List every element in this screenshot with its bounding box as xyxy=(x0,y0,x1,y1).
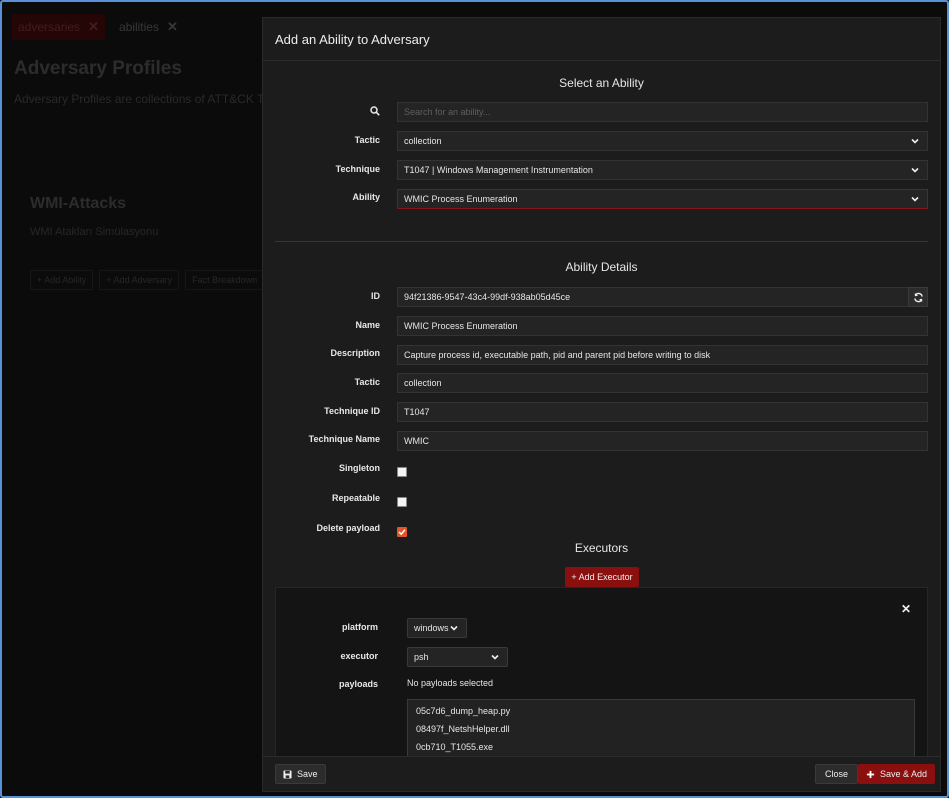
description-label: Description xyxy=(330,348,380,358)
name-label: Name xyxy=(355,320,380,330)
technique-label: Technique xyxy=(335,164,380,174)
tactic-detail-label: Tactic xyxy=(354,377,380,387)
singleton-checkbox[interactable] xyxy=(397,467,407,477)
technique-name-label: Technique Name xyxy=(308,434,380,444)
save-and-add-button[interactable]: Save & Add xyxy=(858,764,936,784)
tactic-label: Tactic xyxy=(354,135,380,145)
add-executor-button[interactable]: + Add Executor xyxy=(565,567,639,587)
technique-name-field[interactable]: WMIC xyxy=(397,431,928,451)
tactic-field[interactable]: collection xyxy=(397,373,928,393)
close-icon[interactable]: ✕ xyxy=(901,602,911,616)
add-ability-modal: Add an Ability to Adversary Select an Ab… xyxy=(262,17,941,792)
repeatable-checkbox[interactable] xyxy=(397,497,407,507)
ability-select[interactable]: WMIC Process Enumeration xyxy=(397,189,928,209)
executor-select-value: psh xyxy=(414,652,429,662)
delete-payload-checkbox[interactable] xyxy=(397,527,407,537)
ability-search-input[interactable]: Search for an ability... xyxy=(397,102,928,122)
ability-select-value: WMIC Process Enumeration xyxy=(404,194,518,204)
save-button[interactable]: Save xyxy=(275,764,326,784)
ability-details-heading: Ability Details xyxy=(565,260,638,274)
id-label: ID xyxy=(371,291,380,301)
id-value: 94f21386-9547-43c4-99df-938ab05d45ce xyxy=(404,292,571,302)
close-button[interactable]: Close xyxy=(815,764,859,784)
payload-option[interactable]: 0cb710_T1055.exe xyxy=(408,738,914,756)
payloads-status: No payloads selected xyxy=(407,678,494,688)
regenerate-id-button[interactable] xyxy=(908,287,928,307)
executor-panel: ✕ platform windows executor psh payloads… xyxy=(275,587,928,759)
repeatable-label: Repeatable xyxy=(331,493,380,503)
chevron-down-icon xyxy=(491,654,499,660)
chevron-down-icon xyxy=(911,138,919,144)
delete-payload-label: Delete payload xyxy=(316,523,380,533)
modal-footer: Save Close Save & Add xyxy=(263,756,940,791)
payloads-label: payloads xyxy=(338,679,378,689)
tactic-select[interactable]: collection xyxy=(397,131,928,151)
save-icon xyxy=(283,769,292,779)
section-divider xyxy=(275,241,928,242)
platform-label: platform xyxy=(342,622,378,632)
modal-body: Select an Ability Search for an ability.… xyxy=(263,60,940,759)
payload-select-list[interactable]: 05c7d6_dump_heap.py 08497f_NetshHelper.d… xyxy=(407,699,915,759)
technique-id-label: Technique ID xyxy=(324,406,380,416)
modal-title: Add an Ability to Adversary xyxy=(263,18,940,61)
checkmark-icon xyxy=(398,529,406,536)
save-button-label: Save xyxy=(297,769,318,779)
payload-option[interactable]: 05c7d6_dump_heap.py xyxy=(408,702,914,720)
tactic-select-value: collection xyxy=(404,136,442,146)
search-icon xyxy=(263,106,380,116)
chevron-down-icon xyxy=(450,625,458,631)
platform-select[interactable]: windows xyxy=(407,618,467,638)
name-field[interactable]: WMIC Process Enumeration xyxy=(397,316,928,336)
executor-select[interactable]: psh xyxy=(407,647,508,667)
executor-label: executor xyxy=(340,651,378,661)
executors-heading: Executors xyxy=(574,541,629,555)
ability-label: Ability xyxy=(352,192,380,202)
id-field[interactable]: 94f21386-9547-43c4-99df-938ab05d45ce xyxy=(397,287,928,307)
select-ability-heading: Select an Ability xyxy=(559,76,644,90)
plus-icon xyxy=(866,770,875,778)
singleton-label: Singleton xyxy=(339,463,380,473)
technique-select[interactable]: T1047 | Windows Management Instrumentati… xyxy=(397,160,928,180)
save-and-add-label: Save & Add xyxy=(880,769,928,779)
refresh-icon xyxy=(913,292,923,302)
technique-id-field[interactable]: T1047 xyxy=(397,402,928,422)
chevron-down-icon xyxy=(911,167,919,173)
technique-select-value: T1047 | Windows Management Instrumentati… xyxy=(404,165,593,175)
platform-select-value: windows xyxy=(414,623,449,633)
chevron-down-icon xyxy=(911,196,919,202)
description-field[interactable]: Capture process id, executable path, pid… xyxy=(397,345,928,365)
payload-option[interactable]: 08497f_NetshHelper.dll xyxy=(408,720,914,738)
